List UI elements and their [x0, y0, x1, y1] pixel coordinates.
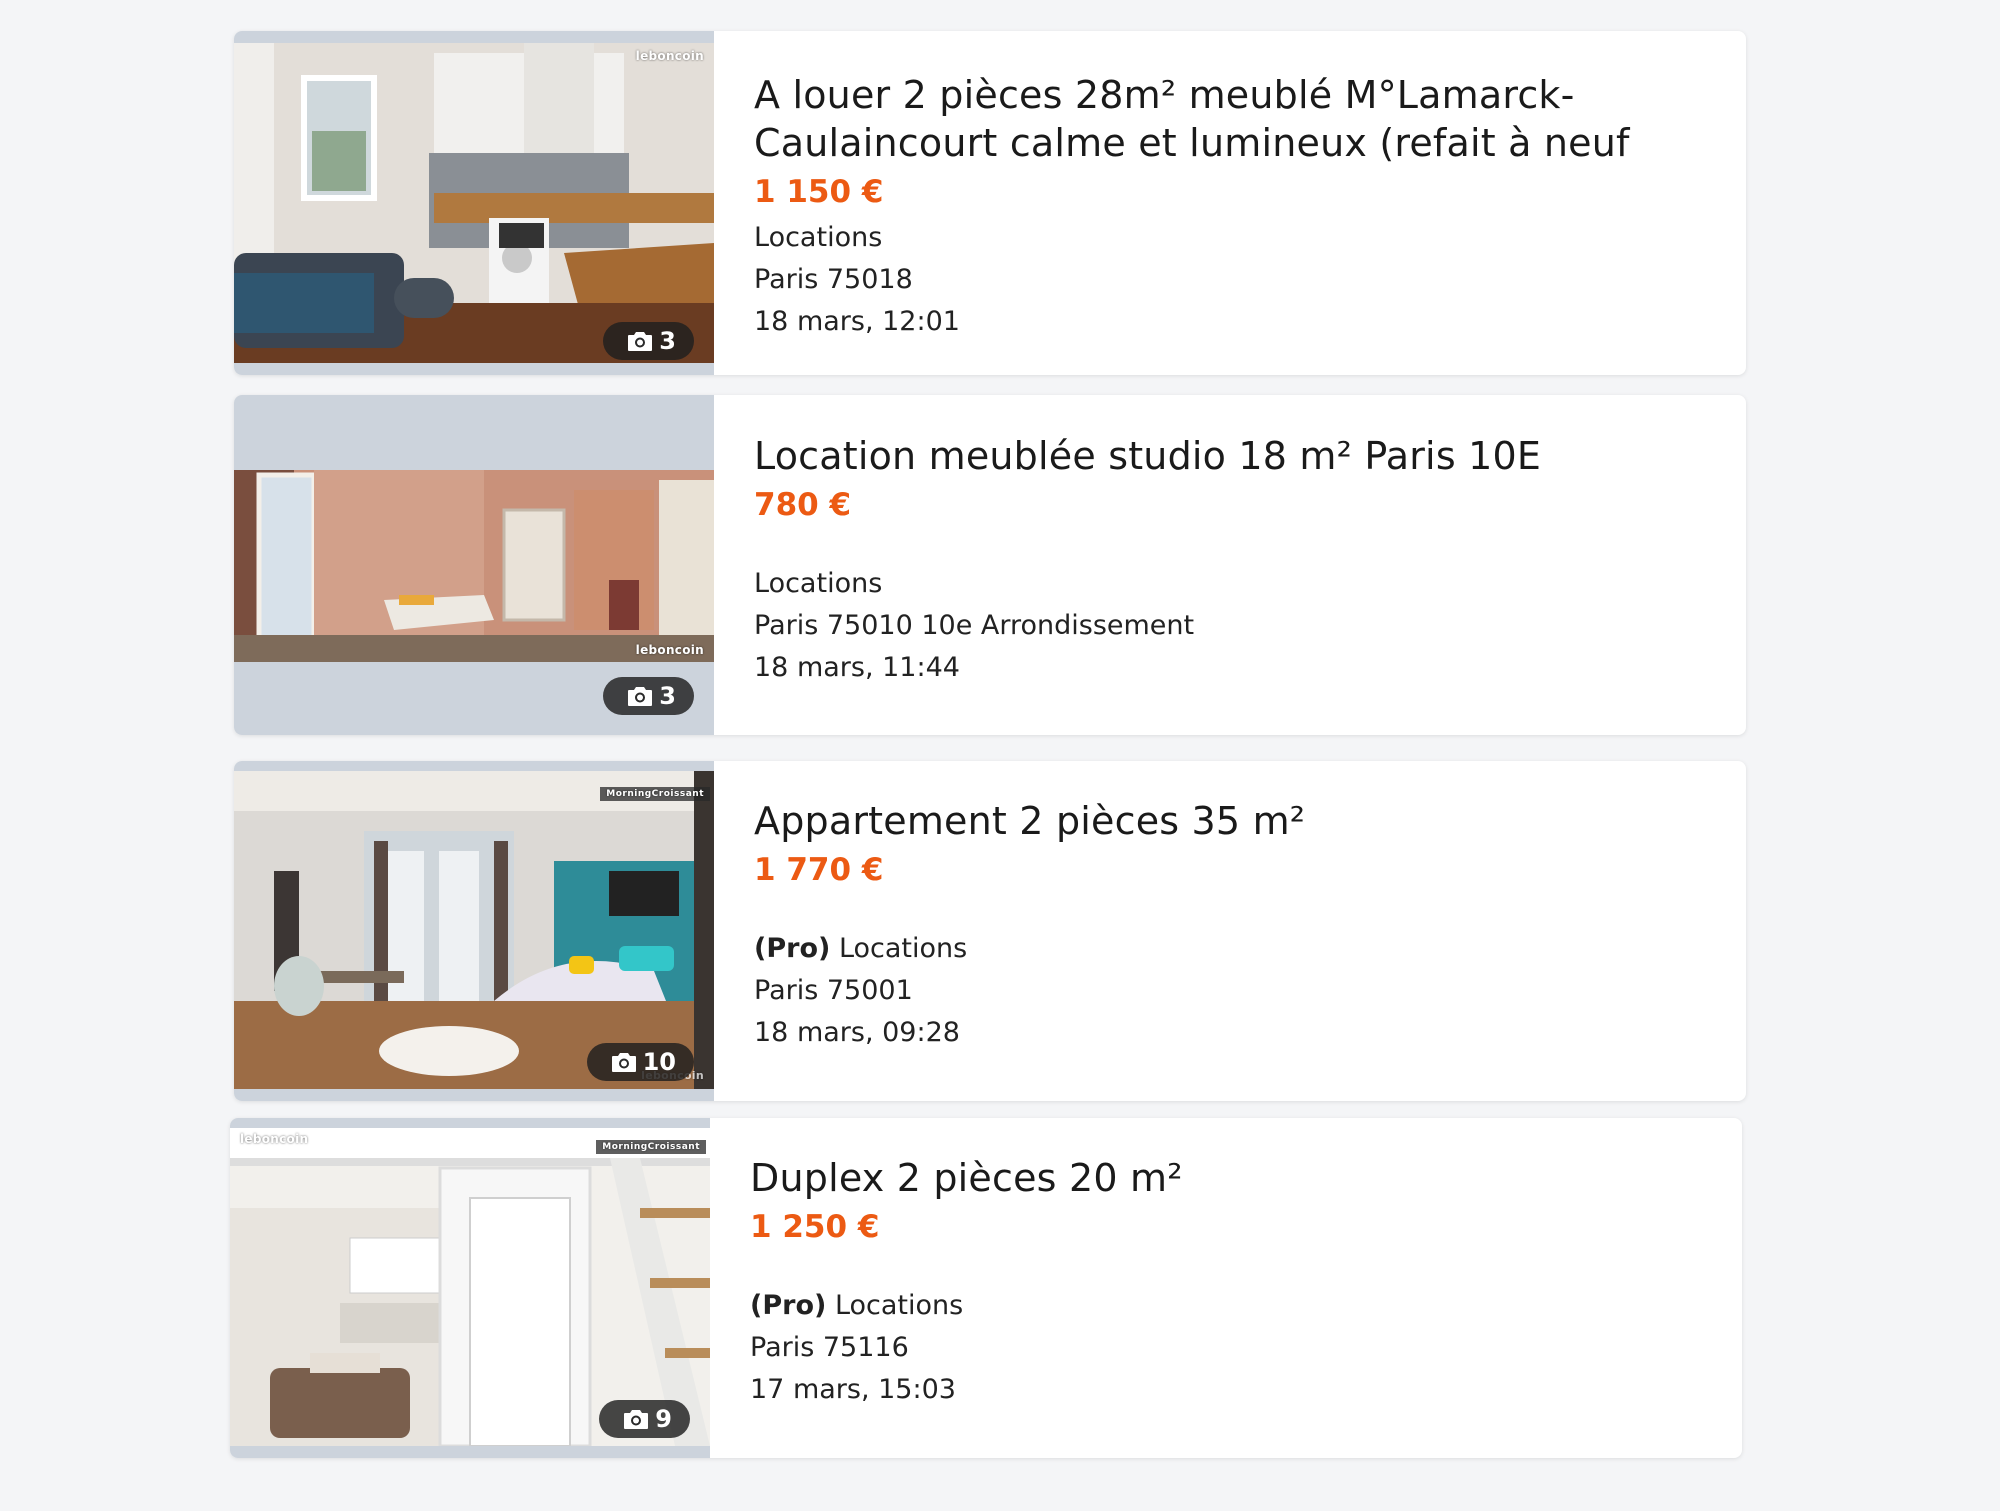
- listing-spacer: [754, 530, 1706, 563]
- listing-location: Paris 75116: [750, 1332, 909, 1363]
- listing-date: 18 mars, 09:28: [754, 1017, 960, 1048]
- watermark-secondary: leboncoin: [240, 1132, 309, 1146]
- listing-title[interactable]: Duplex 2 pièces 20 m²: [750, 1154, 1702, 1202]
- photo-count: 3: [659, 327, 676, 355]
- listing-location: Paris 75018: [754, 264, 913, 295]
- listing-category: Locations: [754, 222, 883, 253]
- watermark: leboncoin: [635, 49, 704, 63]
- listing-category: Locations: [754, 568, 883, 599]
- photo-count: 9: [655, 1405, 672, 1433]
- listing-category-line: (Pro) Locations: [750, 1285, 1702, 1327]
- photo-count: 3: [659, 682, 676, 710]
- watermark: MorningCroissant: [596, 1140, 706, 1154]
- listing-title[interactable]: Location meublée studio 18 m² Paris 10E: [754, 432, 1706, 480]
- listing-photo: [234, 470, 714, 662]
- listing-photo: [234, 43, 714, 363]
- camera-icon: [627, 685, 653, 707]
- listing-title[interactable]: A louer 2 pièces 28m² meublé M°Lamarck-C…: [754, 71, 1706, 167]
- listing-date: 18 mars, 11:44: [754, 652, 960, 683]
- listing-price: 1 770 €: [754, 852, 884, 888]
- listing-location: Paris 75001: [754, 975, 913, 1006]
- pro-badge: (Pro): [754, 933, 831, 964]
- listing-thumbnail[interactable]: MorningCroissant leboncoin 10: [234, 761, 714, 1101]
- listing-date: 18 mars, 12:01: [754, 306, 960, 337]
- listing-title[interactable]: Appartement 2 pièces 35 m²: [754, 797, 1706, 845]
- camera-icon: [627, 330, 653, 352]
- photo-count-badge: 3: [603, 322, 694, 360]
- listing-date: 17 mars, 15:03: [750, 1374, 956, 1405]
- listing-card-3[interactable]: MorningCroissant leboncoin 10 Appartemen…: [234, 761, 1746, 1101]
- photo-count: 10: [642, 1048, 676, 1076]
- listing-price: 780 €: [754, 487, 852, 523]
- listing-price: 1 150 €: [754, 174, 884, 210]
- pro-badge: (Pro): [750, 1290, 827, 1321]
- listing-location: Paris 75010 10e Arrondissement: [754, 610, 1195, 641]
- listing-thumbnail[interactable]: leboncoin MorningCroissant 9: [230, 1118, 710, 1458]
- listing-price: 1 250 €: [750, 1209, 880, 1245]
- photo-count-badge: 3: [603, 677, 694, 715]
- listing-spacer: [754, 895, 1706, 928]
- listing-card-4[interactable]: leboncoin MorningCroissant 9 Duplex 2 pi…: [230, 1118, 1742, 1458]
- listing-category-line: (Pro) Locations: [754, 928, 1706, 970]
- photo-count-badge: 10: [586, 1043, 694, 1081]
- watermark: leboncoin: [635, 643, 704, 657]
- listing-photo: [230, 1128, 710, 1446]
- listing-card-1[interactable]: leboncoin 3 A louer 2 pièces 28m² meublé…: [234, 31, 1746, 375]
- listing-thumbnail[interactable]: leboncoin 3: [234, 31, 714, 375]
- listing-card-2[interactable]: leboncoin 3 Location meublée studio 18 m…: [234, 395, 1746, 735]
- listing-category: Locations: [838, 933, 968, 964]
- listing-spacer: [750, 1252, 1702, 1285]
- watermark: MorningCroissant: [600, 787, 710, 801]
- listing-thumbnail[interactable]: leboncoin 3: [234, 395, 714, 735]
- listing-photo: [234, 771, 714, 1089]
- photo-count-badge: 9: [599, 1400, 690, 1438]
- camera-icon: [611, 1051, 637, 1073]
- camera-icon: [623, 1408, 649, 1430]
- listing-category: Locations: [834, 1290, 964, 1321]
